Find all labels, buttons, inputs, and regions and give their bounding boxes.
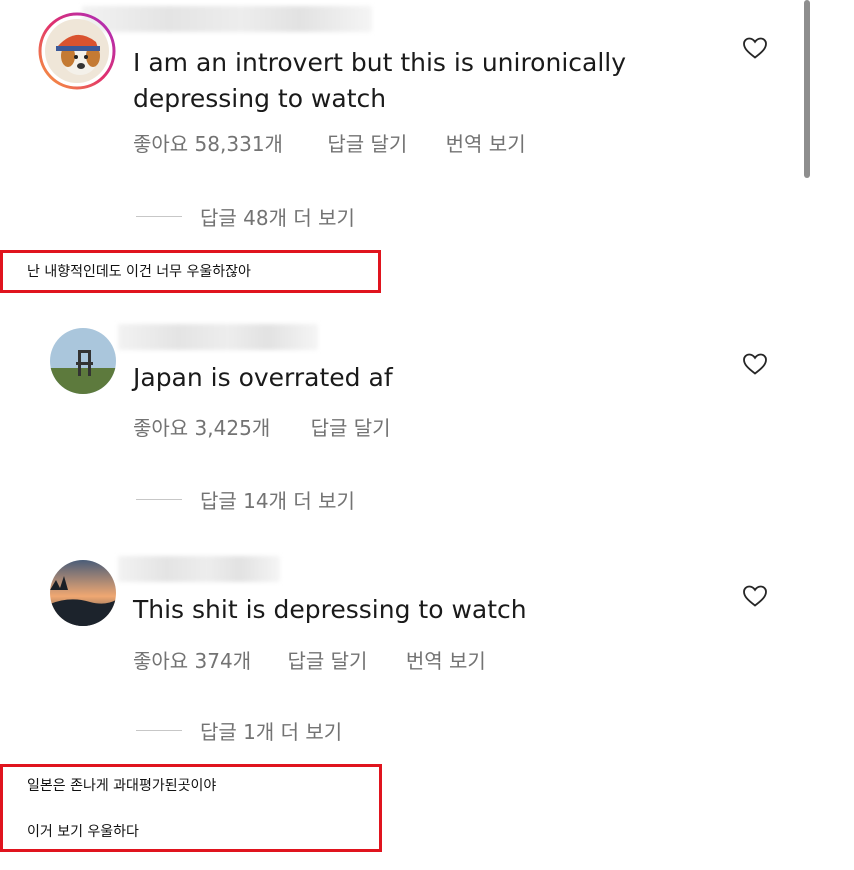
replies-divider	[136, 216, 182, 217]
translation-caption-box: 난 내향적인데도 이건 너무 우울하잖아	[0, 250, 381, 293]
reply-button[interactable]: 답글 달기	[288, 649, 368, 673]
comment-meta: 좋아요 58,331개 답글 달기 번역 보기	[133, 128, 564, 157]
view-replies-button[interactable]: 답글 48개 더 보기	[136, 202, 355, 231]
view-replies-label: 답글 14개 더 보기	[200, 489, 355, 513]
blurred-username	[82, 6, 372, 32]
translation-caption: 이거 보기 우울하다	[27, 824, 139, 840]
comment-text: This shit is depressing to watch	[133, 595, 527, 624]
reply-button[interactable]: 답글 달기	[311, 416, 391, 440]
translation-caption-box: 일본은 존나게 과대평가된곳이야 이거 보기 우울하다	[0, 764, 382, 852]
translation-caption: 난 내향적인데도 이건 너무 우울하잖아	[27, 264, 251, 280]
replies-divider	[136, 499, 182, 500]
likes-count[interactable]: 좋아요 58,331개	[133, 132, 283, 156]
view-replies-button[interactable]: 답글 14개 더 보기	[136, 485, 355, 514]
likes-count[interactable]: 좋아요 374개	[133, 649, 251, 673]
avatar[interactable]	[38, 12, 116, 90]
avatar[interactable]	[50, 328, 116, 394]
like-heart-icon[interactable]	[742, 584, 768, 608]
reply-button[interactable]: 답글 달기	[327, 132, 407, 156]
comment-text: Japan is overrated af	[133, 363, 393, 392]
replies-divider	[136, 730, 182, 731]
translate-button[interactable]: 번역 보기	[446, 132, 526, 156]
translation-caption: 일본은 존나게 과대평가된곳이야	[27, 778, 217, 794]
comment-meta: 좋아요 374개 답글 달기 번역 보기	[133, 645, 524, 674]
comment-meta: 좋아요 3,425개 답글 달기	[133, 412, 429, 441]
blurred-username	[118, 556, 280, 582]
like-heart-icon[interactable]	[742, 352, 768, 376]
likes-count[interactable]: 좋아요 3,425개	[133, 416, 270, 440]
view-replies-button[interactable]: 답글 1개 더 보기	[136, 716, 342, 745]
comment-text: I am an introvert but this is unironical…	[133, 48, 627, 113]
translate-button[interactable]: 번역 보기	[406, 649, 486, 673]
avatar[interactable]	[50, 560, 116, 626]
scrollbar[interactable]	[804, 0, 810, 178]
blurred-username	[118, 324, 318, 350]
like-heart-icon[interactable]	[742, 36, 768, 60]
view-replies-label: 답글 1개 더 보기	[200, 720, 343, 744]
view-replies-label: 답글 48개 더 보기	[200, 206, 355, 230]
